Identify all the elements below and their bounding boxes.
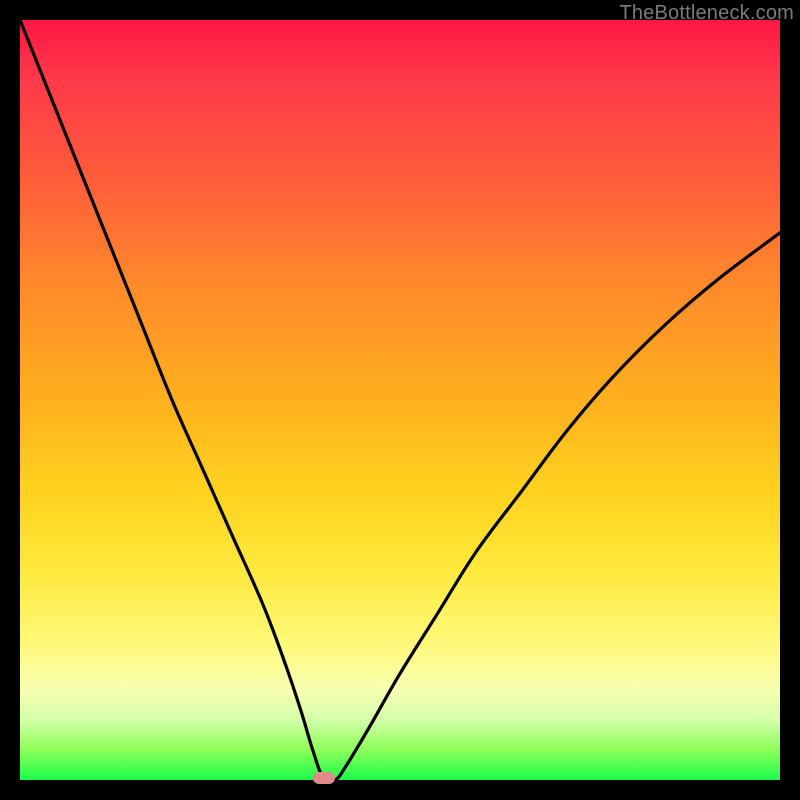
bottleneck-curve (20, 20, 780, 780)
optimum-marker (313, 772, 335, 784)
chart-container: TheBottleneck.com (0, 0, 800, 800)
curve-path (20, 20, 780, 780)
watermark-text: TheBottleneck.com (619, 2, 794, 25)
plot-area (20, 20, 780, 780)
